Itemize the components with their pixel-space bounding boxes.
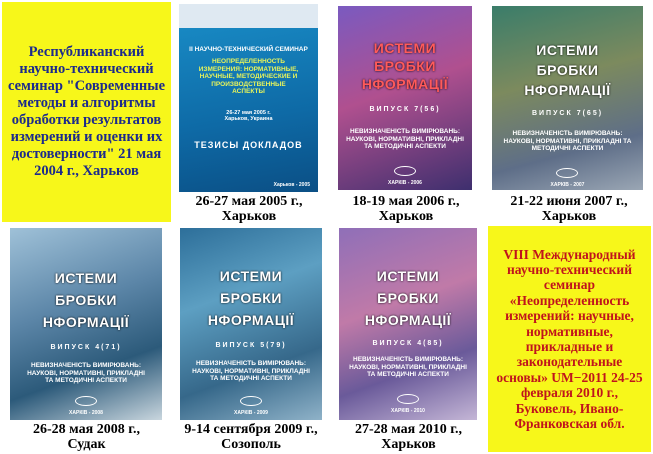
cover-caption-line2: Харьков: [221, 209, 277, 224]
kharkiv-logo-icon: [240, 396, 262, 406]
issue-label: ВИПУСК 7(65): [531, 110, 604, 117]
journal-word-2: БРОБКИ: [220, 290, 282, 306]
cover-caption-line1: 9-14 сентября 2009 г.,: [184, 422, 318, 437]
journal-subtitle: НЕВИЗНАЧЕНІСТЬ ВИМІРЮВАНЬ: НАУКОВІ, НОРМ…: [349, 356, 467, 378]
cover-card-2005: II НАУЧНО-ТЕХНИЧЕСКИЙ СЕМИНАР НЕОПРЕДЕЛЕ…: [176, 2, 322, 224]
cover-caption-line1: 26-27 мая 2005 г.,: [195, 194, 303, 209]
cover-dates: 26-27 мая 2005 г. Харьков, Украина: [224, 110, 273, 122]
journal-word-3: НФОРМАЦІЇ: [42, 314, 130, 330]
journal-word-1: ИСТЕМИ: [219, 268, 283, 284]
journal-word-2: БРОБКИ: [536, 62, 599, 78]
journal-word-1: ИСТЕМИ: [536, 42, 599, 58]
cover-thesis: ТЕЗИСЫ ДОКЛАДОВ: [194, 140, 303, 150]
journal-word-3: НФОРМАЦІЇ: [361, 76, 449, 92]
cover-caption-line1: 21-22 июня 2007 г.,: [510, 194, 628, 209]
intro-text: Республиканский научно-технический семин…: [7, 44, 166, 179]
cover-image-2007: ИСТЕМИ БРОБКИ НФОРМАЦІЇ ВИПУСК 7(65) НЕВ…: [492, 6, 643, 190]
final-text: VIII Международный научно-технический се…: [496, 246, 643, 432]
cover-image-2005: II НАУЧНО-ТЕХНИЧЕСКИЙ СЕМИНАР НЕОПРЕДЕЛЕ…: [179, 4, 318, 192]
issue-label: ВИПУСК 4(71): [50, 344, 122, 351]
journal-subtitle: НЕВИЗНАЧЕНІСТЬ ВИМІРЮВАНЬ: НАУКОВІ, НОРМ…: [346, 128, 464, 150]
issue-label: ВИПУСК 5(79): [215, 342, 287, 349]
journal-word-2: БРОБКИ: [374, 58, 436, 74]
kharkiv-logo-icon: [397, 394, 419, 404]
journal-word-2: БРОБКИ: [377, 290, 439, 306]
kharkiv-logo-icon: [394, 166, 416, 176]
final-panel: VIII Международный научно-технический се…: [488, 226, 651, 452]
cover-caption-line2: Харьков: [381, 437, 436, 452]
cover-footer: Харьков - 2005: [273, 182, 310, 188]
kharkiv-logo-icon: [75, 396, 97, 406]
cover-image-2010: ИСТЕМИ БРОБКИ НФОРМАЦІЇ ВИПУСК 4(85) НЕВ…: [339, 228, 477, 420]
cover-caption-line2: Созополь: [221, 437, 281, 452]
issue-year: ХАРКІВ - 2007: [550, 182, 585, 188]
journal-word-1: ИСТЕМИ: [376, 268, 440, 284]
journal-word-3: НФОРМАЦІЇ: [364, 312, 452, 328]
journal-subtitle: НЕВИЗНАЧЕНІСТЬ ВИМІРЮВАНЬ: НАУКОВІ, НОРМ…: [192, 360, 310, 382]
cover-caption-line1: 27-28 мая 2010 г.,: [355, 422, 462, 437]
issue-year: ХАРКІВ - 2010: [391, 408, 425, 414]
journal-subtitle: НЕВИЗНАЧЕНІСТЬ ВИМІРЮВАНЬ: НАУКОВІ, НОРМ…: [27, 362, 145, 384]
intro-panel: Республиканский научно-технический семин…: [2, 2, 171, 222]
cover-header: II НАУЧНО-ТЕХНИЧЕСКИЙ СЕМИНАР: [189, 46, 308, 53]
issue-label: ВИПУСК 7(56): [369, 106, 441, 113]
cover-caption-line2: Судак: [67, 437, 106, 452]
cover-top-band: [179, 4, 318, 28]
kharkiv-logo-icon: [556, 168, 578, 178]
cover-caption-line2: Харьков: [378, 209, 434, 224]
issue-year: ХАРКІВ - 2009: [234, 410, 268, 416]
cover-card-2010: ИСТЕМИ БРОБКИ НФОРМАЦІЇ ВИПУСК 4(85) НЕВ…: [331, 224, 486, 454]
cover-caption-line1: 18-19 мая 2006 г.,: [352, 194, 460, 209]
journal-word-2: БРОБКИ: [55, 292, 117, 308]
journal-word-3: НФОРМАЦІЇ: [207, 312, 295, 328]
journal-word-3: НФОРМАЦІЇ: [524, 82, 611, 98]
issue-year: ХАРКІВ - 2008: [69, 410, 103, 416]
issue-label: ВИПУСК 4(85): [372, 340, 444, 347]
cover-caption-line1: 26-28 мая 2008 г.,: [33, 422, 140, 437]
journal-word-1: ИСТЕМИ: [54, 270, 118, 286]
cover-image-2006: ИСТЕМИ БРОБКИ НФОРМАЦІЇ ВИПУСК 7(56) НЕВ…: [338, 6, 472, 190]
cover-card-2008: ИСТЕМИ БРОБКИ НФОРМАЦІЇ ВИПУСК 4(71) НЕВ…: [2, 224, 171, 454]
cover-card-2007: ИСТЕМИ БРОБКИ НФОРМАЦІЇ ВИПУСК 7(65) НЕВ…: [486, 2, 652, 224]
journal-subtitle: НЕВИЗНАЧЕНІСТЬ ВИМІРЮВАНЬ: НАУКОВІ, НОРМ…: [503, 130, 632, 152]
cover-image-2009: ИСТЕМИ БРОБКИ НФОРМАЦІЇ ВИПУСК 5(79) НЕВ…: [180, 228, 322, 420]
issue-year: ХАРКІВ - 2006: [388, 180, 422, 186]
journal-word-1: ИСТЕМИ: [373, 40, 437, 56]
cover-title: НЕОПРЕДЕЛЕННОСТЬ ИЗМЕРЕНИЯ: НОРМАТИВНЫЕ,…: [198, 58, 299, 95]
cover-caption-line2: Харьков: [541, 209, 597, 224]
cover-card-2006: ИСТЕМИ БРОБКИ НФОРМАЦІЇ ВИПУСК 7(56) НЕВ…: [330, 2, 482, 224]
cover-card-2009: ИСТЕМИ БРОБКИ НФОРМАЦІЇ ВИПУСК 5(79) НЕВ…: [171, 224, 331, 454]
cover-image-2008: ИСТЕМИ БРОБКИ НФОРМАЦІЇ ВИПУСК 4(71) НЕВ…: [10, 228, 162, 420]
